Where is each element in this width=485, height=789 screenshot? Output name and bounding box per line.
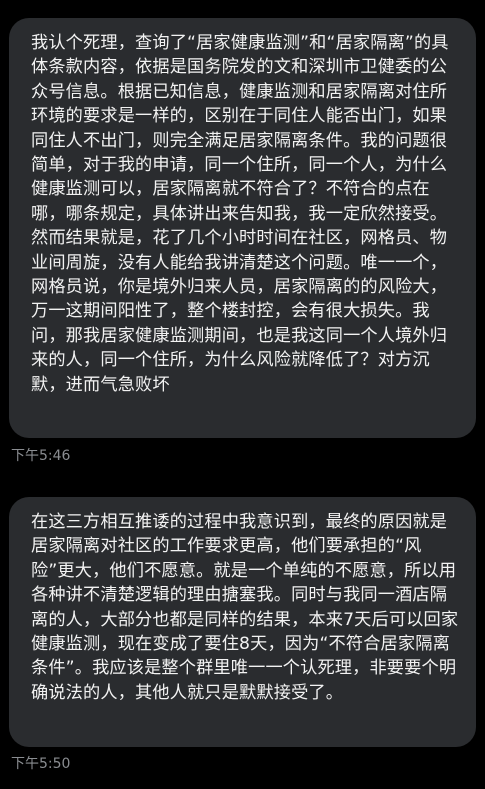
message-timestamp: 下午5:50: [11, 756, 71, 772]
message-bubble[interactable]: 我认个死理，查询了“居家健康监测”和“居家隔离”的具体条款内容，依据是国务院发的…: [9, 18, 476, 438]
chat-thread: 我认个死理，查询了“居家健康监测”和“居家隔离”的具体条款内容，依据是国务院发的…: [0, 0, 485, 789]
message-bubble[interactable]: 在这三方相互推诿的过程中我意识到，最终的原因就是居家隔离对社区的工作要求更高，他…: [9, 497, 476, 747]
message-timestamp: 下午5:46: [11, 448, 71, 464]
